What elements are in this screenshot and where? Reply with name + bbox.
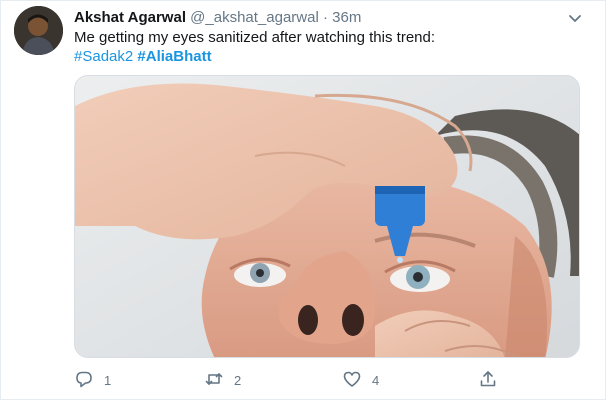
retweet-button[interactable]: 2 <box>204 365 241 395</box>
reply-button[interactable]: 1 <box>74 365 111 395</box>
tweet-actions: 1 2 4 <box>74 365 585 395</box>
share-button[interactable] <box>478 365 498 395</box>
like-button[interactable]: 4 <box>342 365 379 395</box>
reply-count: 1 <box>104 372 112 388</box>
like-icon <box>342 369 362 392</box>
author-name[interactable]: Akshat Agarwal <box>74 9 186 26</box>
tweet-timestamp[interactable]: 36m <box>332 9 361 26</box>
tweet-media-image[interactable] <box>74 75 580 358</box>
avatar[interactable] <box>14 6 63 55</box>
retweet-icon <box>204 369 224 392</box>
chevron-down-icon[interactable] <box>566 10 584 28</box>
like-count: 4 <box>372 372 380 388</box>
reply-icon <box>74 369 94 392</box>
retweet-count: 2 <box>234 372 242 388</box>
author-handle[interactable]: @_akshat_agarwal <box>190 9 319 26</box>
tweet-text-line: Me getting my eyes sanitized after watch… <box>74 29 436 46</box>
tweet-card[interactable]: Akshat Agarwal @_akshat_agarwal · 36m Me… <box>0 0 606 400</box>
tweet-header: Akshat Agarwal @_akshat_agarwal · 36m <box>74 8 565 28</box>
separator-dot: · <box>322 9 328 26</box>
share-icon <box>478 369 498 392</box>
tweet-text: Me getting my eyes sanitized after watch… <box>74 28 585 66</box>
hashtag-sadak2[interactable]: #Sadak2 <box>74 48 133 65</box>
hashtag-aliabhatt[interactable]: #AliaBhatt <box>137 48 211 65</box>
